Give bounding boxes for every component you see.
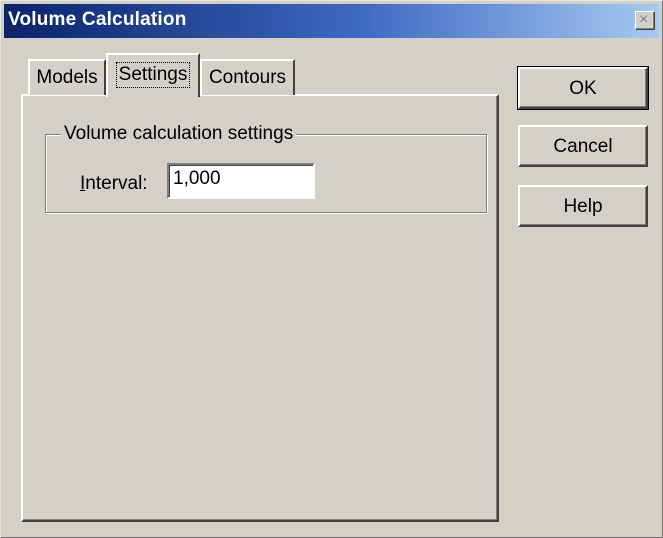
volume-calculation-dialog: Volume Calculation × Models Contours Set…: [0, 0, 663, 538]
interval-input[interactable]: 1,000: [167, 163, 315, 199]
interval-label: Interval:: [80, 173, 148, 195]
group-title: Volume calculation settings: [61, 123, 297, 145]
tab-contours[interactable]: Contours: [200, 59, 295, 95]
interval-label-text: nterval:: [85, 173, 148, 194]
tab-models-label: Models: [36, 67, 98, 88]
cancel-button[interactable]: Cancel: [518, 125, 648, 167]
tab-settings-label: Settings: [115, 62, 191, 88]
tab-models[interactable]: Models: [28, 59, 106, 95]
window-title: Volume Calculation: [8, 9, 187, 30]
help-button[interactable]: Help: [518, 185, 648, 227]
tab-settings[interactable]: Settings: [106, 53, 200, 97]
tab-contours-label: Contours: [208, 67, 287, 88]
title-bar[interactable]: Volume Calculation ×: [4, 4, 659, 38]
ok-button[interactable]: OK: [517, 66, 649, 110]
close-icon: ×: [639, 11, 649, 28]
close-button[interactable]: ×: [635, 11, 655, 30]
